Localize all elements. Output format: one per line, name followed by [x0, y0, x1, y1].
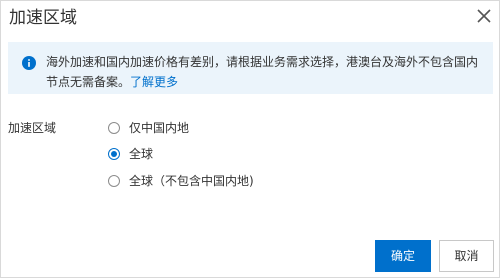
option-label: 全球（不包含中国内地)	[129, 174, 254, 188]
notice-text: 海外加速和国内加速价格有差别，请根据业务需求选择，港澳台及海外不包含国内节点无需…	[46, 55, 479, 89]
notice-text-block: 海外加速和国内加速价格有差别，请根据业务需求选择，港澳台及海外不包含国内节点无需…	[46, 52, 486, 92]
info-icon	[22, 55, 36, 70]
cancel-button[interactable]: 取消	[439, 240, 494, 272]
radio-global[interactable]	[108, 148, 120, 160]
radio-global-excl-mainland[interactable]	[108, 175, 120, 187]
dialog-title: 加速区域	[9, 8, 77, 28]
radio-mainland-only[interactable]	[108, 122, 120, 134]
info-notice: 海外加速和国内加速价格有差别，请根据业务需求选择，港澳台及海外不包含国内节点无需…	[8, 42, 493, 94]
option-mainland-only[interactable]: 仅中国内地	[108, 120, 189, 136]
confirm-button[interactable]: 确定	[375, 240, 431, 272]
accelerate-region-dialog: 加速区域 海外加速和国内加速价格有差别，请根据业务需求选择，港澳台及海外不包含国…	[0, 0, 500, 278]
option-global-excl-mainland[interactable]: 全球（不包含中国内地)	[108, 173, 254, 189]
region-field-label: 加速区域	[8, 121, 57, 135]
close-icon[interactable]	[474, 6, 494, 26]
learn-more-link[interactable]: 了解更多	[130, 75, 178, 89]
option-label: 仅中国内地	[129, 121, 190, 135]
option-global[interactable]: 全球	[108, 146, 153, 162]
option-label: 全球	[129, 147, 154, 161]
